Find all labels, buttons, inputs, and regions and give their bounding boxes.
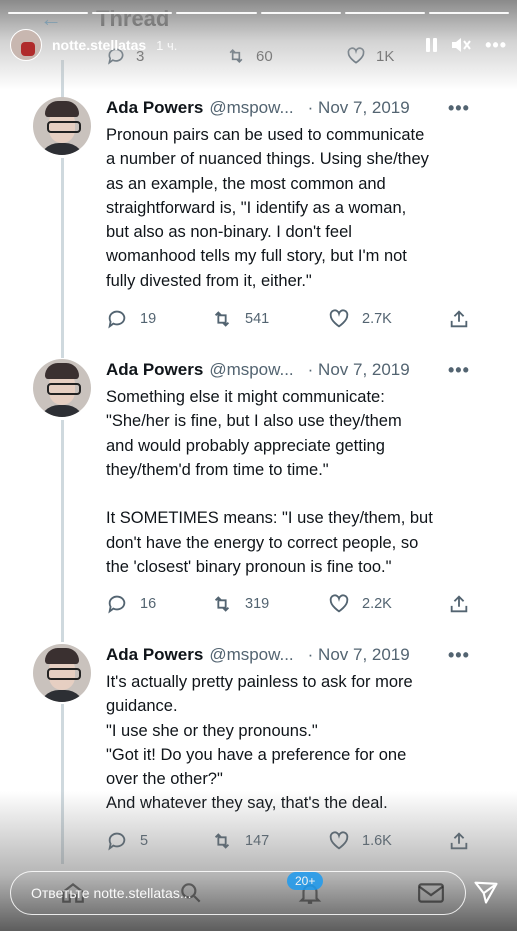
story-username[interactable]: notte.stellatas [52, 37, 146, 53]
story-time: 1 ч. [156, 37, 178, 53]
reply-icon [108, 595, 126, 614]
reply-placeholder: Ответьте notte.stellatas... [31, 885, 192, 901]
retweet-icon [214, 596, 230, 612]
retweet-button[interactable]: 319 [211, 593, 328, 615]
story-frame: notte.stellatas 1 ч. ••• ← Thread 3 60 1… [0, 0, 517, 931]
retweet-button[interactable]: 147 [211, 830, 328, 852]
reply-count: 19 [140, 311, 157, 327]
thread-connector [61, 158, 64, 358]
reply-button[interactable]: 19 [106, 308, 211, 330]
tweet-date[interactable]: · Nov 7, 2019 [308, 645, 410, 665]
author-name[interactable]: Ada Powers [106, 98, 203, 118]
tweet-meta: Ada Powers @mspow... · Nov 7, 2019 [106, 360, 410, 380]
tweet-meta: Ada Powers @mspow... · Nov 7, 2019 [106, 98, 410, 118]
author-name[interactable]: Ada Powers [106, 645, 203, 665]
thread-connector [61, 420, 64, 642]
reply-count: 16 [140, 596, 157, 612]
author-handle[interactable]: @mspow... [209, 98, 293, 118]
mute-icon[interactable] [451, 36, 471, 54]
avatar[interactable] [33, 359, 91, 417]
like-count: 2.2K [362, 596, 392, 612]
avatar[interactable] [33, 644, 91, 702]
story-more-icon[interactable]: ••• [485, 35, 507, 56]
share-icon [450, 832, 468, 850]
tweet-actions: 19 541 2.7K [106, 308, 470, 330]
tweet-text: Pronoun pairs can be used to communicate… [106, 126, 429, 290]
more-options-icon[interactable]: ••• [448, 98, 470, 119]
heart-icon [329, 594, 349, 613]
heart-icon [329, 831, 349, 850]
reply-button[interactable]: 16 [106, 593, 211, 615]
story-avatar[interactable] [10, 29, 42, 61]
retweet-button[interactable]: 541 [211, 308, 328, 330]
tweet-text: It's actually pretty painless to ask for… [106, 673, 413, 813]
retweet-count: 319 [245, 596, 270, 612]
avatar[interactable] [33, 97, 91, 155]
retweet-count: 147 [245, 833, 270, 849]
pause-icon[interactable] [426, 38, 438, 52]
thread-connector [61, 704, 64, 864]
story-header: notte.stellatas 1 ч. ••• [10, 28, 507, 62]
like-count: 2.7K [362, 311, 392, 327]
more-options-icon[interactable]: ••• [448, 360, 470, 381]
like-button[interactable]: 2.2K [328, 593, 448, 615]
retweet-count: 541 [245, 311, 270, 327]
author-name[interactable]: Ada Powers [106, 360, 203, 380]
retweet-icon [214, 311, 230, 327]
like-count: 1.6K [362, 833, 392, 849]
retweet-icon [214, 833, 230, 849]
tweet-date[interactable]: · Nov 7, 2019 [308, 360, 410, 380]
like-button[interactable]: 1.6K [328, 830, 448, 852]
thread-connector [61, 60, 64, 98]
tweet-actions: 16 319 2.2K [106, 593, 470, 615]
story-reply-input[interactable]: Ответьте notte.stellatas... [10, 871, 466, 915]
send-icon[interactable] [472, 878, 500, 906]
reply-count: 5 [140, 833, 149, 849]
tweet-text: Something else it might communicate: "Sh… [106, 388, 433, 577]
tweet-date[interactable]: · Nov 7, 2019 [308, 98, 410, 118]
share-button[interactable] [448, 830, 470, 852]
tweet-meta: Ada Powers @mspow... · Nov 7, 2019 [106, 645, 410, 665]
author-handle[interactable]: @mspow... [209, 360, 293, 380]
reply-icon [108, 832, 126, 851]
heart-icon [329, 309, 349, 328]
share-icon [450, 310, 468, 328]
tweet-actions: 5 147 1.6K [106, 830, 470, 852]
share-button[interactable] [448, 308, 470, 330]
share-icon [450, 595, 468, 613]
more-options-icon[interactable]: ••• [448, 645, 470, 666]
story-progress [8, 12, 510, 14]
reply-button[interactable]: 5 [106, 830, 211, 852]
reply-icon [108, 310, 126, 329]
share-button[interactable] [448, 593, 470, 615]
like-button[interactable]: 2.7K [328, 308, 448, 330]
author-handle[interactable]: @mspow... [209, 645, 293, 665]
